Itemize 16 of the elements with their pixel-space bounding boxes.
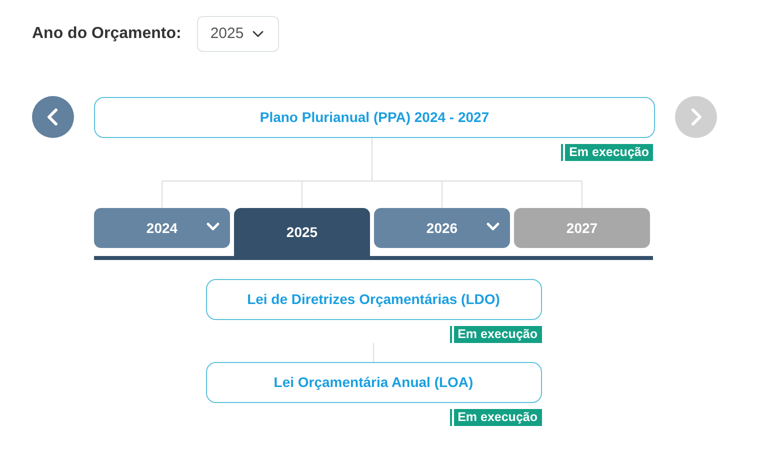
chevron-down-icon [206, 222, 220, 232]
year-select[interactable]: 2025 [197, 16, 280, 52]
chevron-down-icon [486, 222, 500, 232]
year-tab[interactable]: 2025 [234, 208, 370, 256]
law-title-box[interactable]: Lei de Diretrizes Orçamentárias (LDO) [206, 279, 542, 320]
chevron-right-icon [689, 108, 703, 126]
law-title-box[interactable]: Lei Orçamentária Anual (LOA) [206, 362, 542, 403]
previous-button[interactable] [32, 96, 74, 138]
budget-year-label: Ano do Orçamento: [32, 24, 182, 44]
status-badge: Em execução [565, 144, 653, 161]
status-badge: Em execução [454, 409, 542, 426]
chevron-left-icon [46, 108, 60, 126]
year-tab[interactable]: 2024 [94, 208, 230, 248]
ppa-title-box[interactable]: Plano Plurianual (PPA) 2024 - 2027 [94, 96, 655, 138]
status-badge: Em execução [454, 326, 542, 343]
year-tab[interactable]: 2026 [374, 208, 510, 248]
